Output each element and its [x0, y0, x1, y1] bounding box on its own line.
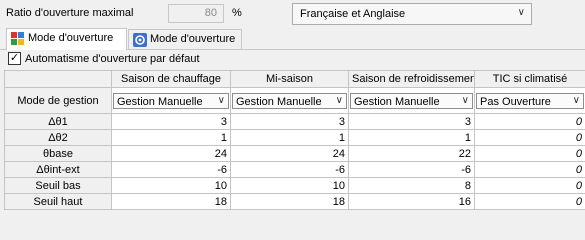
- language-select-value: Française et Anglaise: [300, 8, 406, 20]
- table-header-row: Saison de chauffage Mi-saison Saison de …: [4, 70, 585, 88]
- grid-app-icon: [11, 32, 24, 45]
- value-cell[interactable]: 0: [474, 145, 585, 162]
- tab-mode-ouverture[interactable]: Mode d'ouverture: [6, 28, 127, 50]
- opening-mode-table: Saison de chauffage Mi-saison Saison de …: [4, 70, 585, 210]
- mode-select-value: Pas Ouverture: [480, 95, 551, 108]
- auto-checkbox-row[interactable]: ✓ Automatisme d'ouverture par défaut: [8, 52, 200, 65]
- mode-select[interactable]: Pas Ouverture ∨: [476, 92, 584, 109]
- row-label: Δθint-ext: [4, 161, 112, 178]
- mode-select[interactable]: Gestion Manuelle ∨: [232, 92, 347, 109]
- value-cell[interactable]: 10: [230, 177, 349, 194]
- value-cell[interactable]: 1: [348, 129, 475, 146]
- value-cell[interactable]: 0: [474, 177, 585, 194]
- value-cell[interactable]: 0: [474, 129, 585, 146]
- value-cell[interactable]: 18: [111, 193, 231, 210]
- value-cell[interactable]: 18: [230, 193, 349, 210]
- column-header: Saison de refroidissement: [348, 70, 475, 88]
- chevron-down-icon: ∨: [572, 94, 580, 106]
- value-cell[interactable]: 1: [111, 129, 231, 146]
- value-cell[interactable]: 1: [230, 129, 349, 146]
- value-cell[interactable]: 0: [474, 113, 585, 130]
- mode-select-value: Gestion Manuelle: [354, 95, 440, 108]
- value-cell[interactable]: 3: [230, 113, 349, 130]
- row-label: Δθ2: [4, 129, 112, 146]
- mode-combo-cell[interactable]: Gestion Manuelle ∨: [230, 87, 349, 114]
- value-cell[interactable]: 8: [348, 177, 475, 194]
- value-cell[interactable]: 24: [111, 145, 231, 162]
- ratio-unit: %: [232, 7, 242, 19]
- row-label: Seuil haut: [4, 193, 112, 210]
- row-label: Seuil bas: [4, 177, 112, 194]
- value-cell[interactable]: -6: [230, 161, 349, 178]
- mode-select[interactable]: Gestion Manuelle ∨: [350, 92, 473, 109]
- table-row: Δθint-ext -6 -6 -6 0: [4, 161, 585, 178]
- tab-label: Mode d'ouverture: [28, 32, 114, 44]
- chevron-down-icon: ∨: [517, 7, 525, 18]
- mode-combo-cell[interactable]: Pas Ouverture ∨: [474, 87, 585, 114]
- column-header: Mi-saison: [230, 70, 349, 88]
- column-header: Saison de chauffage: [111, 70, 231, 88]
- table-row: Seuil haut 18 18 16 0: [4, 193, 585, 210]
- table-row: θbase 24 24 22 0: [4, 145, 585, 162]
- value-cell[interactable]: 16: [348, 193, 475, 210]
- table-row: Δθ2 1 1 1 0: [4, 129, 585, 146]
- value-cell[interactable]: 22: [348, 145, 475, 162]
- mode-select-value: Gestion Manuelle: [117, 95, 203, 108]
- mode-select[interactable]: Gestion Manuelle ∨: [113, 92, 229, 109]
- value-cell[interactable]: 10: [111, 177, 231, 194]
- auto-checkbox-label: Automatisme d'ouverture par défaut: [25, 52, 200, 65]
- mode-combo-cell[interactable]: Gestion Manuelle ∨: [348, 87, 475, 114]
- mode-row: Mode de gestion Gestion Manuelle ∨ Gestio…: [4, 87, 585, 114]
- mode-combo-cell[interactable]: Gestion Manuelle ∨: [111, 87, 231, 114]
- gear-badge-icon: [133, 33, 147, 47]
- row-label: θbase: [4, 145, 112, 162]
- table-row: Δθ1 3 3 3 0: [4, 113, 585, 130]
- row-label: Δθ1: [4, 113, 112, 130]
- value-cell[interactable]: 3: [111, 113, 231, 130]
- column-header: TIC si climatisé: [474, 70, 585, 88]
- tab-mode-ouverture-2[interactable]: Mode d'ouverture: [128, 29, 242, 49]
- row-header-mode: Mode de gestion: [4, 87, 112, 114]
- table-row: Seuil bas 10 10 8 0: [4, 177, 585, 194]
- ratio-label: Ratio d'ouverture maximal: [6, 7, 134, 19]
- value-cell[interactable]: 24: [230, 145, 349, 162]
- chevron-down-icon: ∨: [461, 94, 469, 106]
- language-select[interactable]: Française et Anglaise ∨: [292, 3, 532, 25]
- chevron-down-icon: ∨: [335, 94, 343, 106]
- corner-cell: [4, 70, 112, 88]
- value-cell[interactable]: -6: [348, 161, 475, 178]
- value-cell[interactable]: 0: [474, 193, 585, 210]
- value-cell[interactable]: -6: [111, 161, 231, 178]
- value-cell[interactable]: 0: [474, 161, 585, 178]
- mode-select-value: Gestion Manuelle: [236, 95, 322, 108]
- auto-checkbox[interactable]: ✓: [8, 52, 21, 65]
- chevron-down-icon: ∨: [217, 94, 225, 106]
- value-cell[interactable]: 3: [348, 113, 475, 130]
- tab-label: Mode d'ouverture: [150, 33, 236, 45]
- ratio-input[interactable]: 80: [168, 4, 224, 23]
